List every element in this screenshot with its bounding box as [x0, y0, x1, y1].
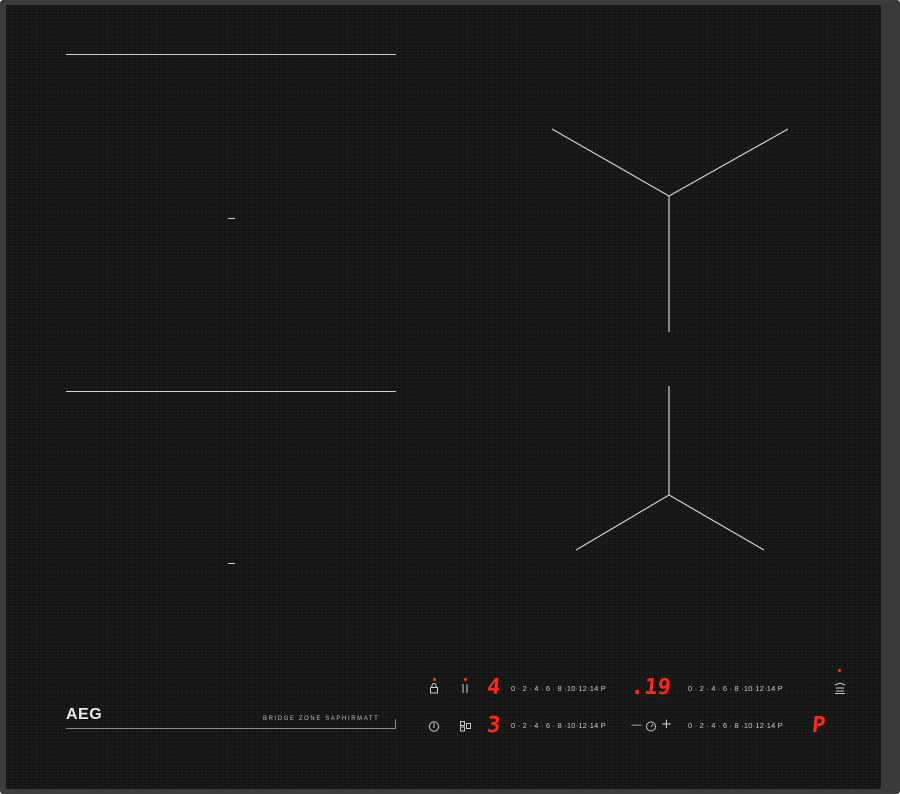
left-zone-power-display: 4 — [485, 675, 502, 700]
aeg-logo: AEG — [66, 706, 103, 723]
right-top-power-slider[interactable]: 0 · 2 · 4 · 6 · 8 ·10·12·14 P — [688, 684, 783, 693]
left-top-power-slider[interactable]: 0 · 2 · 4 · 6 · 8 ·10·12·14 P — [511, 684, 606, 693]
bridge-icon — [460, 721, 471, 732]
product-tagline: BRIDGE ZONE SAPHIRMATT — [263, 716, 380, 722]
timer-display: .19 — [629, 675, 673, 700]
hob2hood-indicator-led — [838, 669, 841, 672]
timer-minus-button[interactable]: — — [631, 719, 642, 731]
hob2hood-icon — [834, 682, 846, 694]
lock-button[interactable] — [428, 682, 440, 697]
lock-icon — [430, 683, 438, 694]
power-icon — [428, 721, 440, 732]
right-zone-markings — [551, 128, 789, 551]
brand-underline — [66, 728, 396, 729]
lock-indicator-led — [433, 678, 436, 681]
left-bottom-zone-power-display: 3 — [485, 713, 502, 738]
right-zone-power-display: P — [810, 713, 827, 738]
timer-plus-button[interactable]: + — [661, 718, 672, 731]
pause-icon — [462, 684, 468, 693]
timer-icon — [646, 721, 656, 732]
right-bottom-power-slider[interactable]: 0 · 2 · 4 · 6 · 8 ·10·12·14 P — [688, 721, 783, 730]
bridge-function-button[interactable] — [459, 720, 473, 735]
power-on-off-button[interactable] — [428, 720, 440, 735]
pause-button[interactable] — [459, 682, 471, 697]
left-bottom-power-slider[interactable]: 0 · 2 · 4 · 6 · 8 ·10·12·14 P — [511, 721, 606, 730]
timer-button[interactable] — [645, 720, 657, 735]
brand-underline-end — [395, 719, 396, 729]
pause-indicator-led — [464, 678, 467, 681]
hob2hood-button[interactable] — [833, 682, 847, 697]
